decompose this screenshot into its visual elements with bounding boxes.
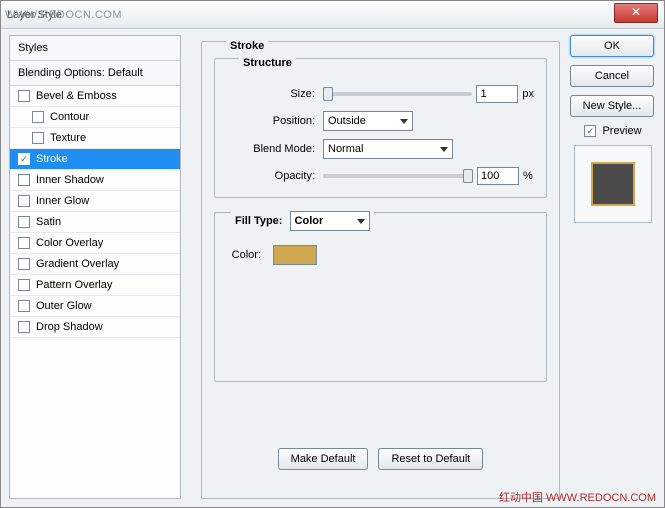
opacity-label: Opacity: (227, 170, 323, 182)
filltype-dropdown[interactable]: Color (290, 211, 370, 231)
style-item-gradient-overlay[interactable]: Gradient Overlay (10, 254, 180, 275)
titlebar: WWW.REDOCN.COM Layer Style ✕ (1, 1, 664, 29)
checkbox[interactable] (18, 195, 30, 207)
checkbox[interactable] (18, 300, 30, 312)
style-item-inner-glow[interactable]: Inner Glow (10, 191, 180, 212)
style-item-color-overlay[interactable]: Color Overlay (10, 233, 180, 254)
blend-mode-label: Blend Mode: (227, 143, 323, 155)
size-unit: px (522, 88, 534, 100)
position-label: Position: (227, 115, 323, 127)
style-item-texture[interactable]: Texture (10, 128, 180, 149)
structure-group: Structure Size: 1 px Position: Outside B… (214, 58, 547, 198)
new-style-button[interactable]: New Style... (570, 95, 654, 117)
opacity-unit: % (523, 170, 533, 182)
style-item-label: Inner Glow (36, 195, 89, 207)
checkbox[interactable] (18, 279, 30, 291)
style-item-stroke[interactable]: ✓ Stroke (10, 149, 180, 170)
stroke-title: Stroke (226, 40, 268, 52)
checkbox[interactable]: ✓ (18, 153, 30, 165)
style-item-label: Gradient Overlay (36, 258, 119, 270)
style-item-drop-shadow[interactable]: Drop Shadow (10, 317, 180, 338)
style-item-label: Stroke (36, 153, 68, 165)
checkbox[interactable] (18, 90, 30, 102)
filltype-label: Fill Type: (235, 215, 282, 227)
style-item-label: Satin (36, 216, 61, 228)
style-item-label: Pattern Overlay (36, 279, 112, 291)
style-item-pattern-overlay[interactable]: Pattern Overlay (10, 275, 180, 296)
structure-title: Structure (239, 57, 296, 69)
ok-button[interactable]: OK (570, 35, 654, 57)
style-item-label: Inner Shadow (36, 174, 104, 186)
preview-checkbox[interactable]: ✓ (584, 125, 596, 137)
checkbox[interactable] (32, 111, 44, 123)
footer-watermark: 红动中国 WWW.REDOCN.COM (499, 489, 656, 505)
close-button[interactable]: ✕ (614, 3, 658, 23)
checkbox[interactable] (18, 321, 30, 333)
color-swatch[interactable] (273, 245, 317, 265)
style-item-label: Color Overlay (36, 237, 103, 249)
cancel-button[interactable]: Cancel (570, 65, 654, 87)
style-item-label: Drop Shadow (36, 321, 103, 333)
checkbox[interactable] (18, 237, 30, 249)
checkbox[interactable] (18, 174, 30, 186)
style-item-contour[interactable]: Contour (10, 107, 180, 128)
watermark-top: WWW.REDOCN.COM (5, 9, 122, 21)
styles-panel: Styles Blending Options: Default Bevel &… (9, 35, 181, 499)
size-input[interactable]: 1 (476, 85, 518, 103)
chevron-down-icon (400, 119, 408, 124)
opacity-input[interactable]: 100 (477, 167, 519, 185)
color-label: Color: (227, 249, 267, 261)
reset-default-button[interactable]: Reset to Default (378, 448, 483, 470)
position-dropdown[interactable]: Outside (323, 111, 413, 131)
style-item-label: Bevel & Emboss (36, 90, 117, 102)
style-item-bevel-emboss[interactable]: Bevel & Emboss (10, 86, 180, 107)
make-default-button[interactable]: Make Default (278, 448, 369, 470)
fill-group: Fill Type: Color Color: (214, 212, 547, 382)
styles-header[interactable]: Styles (10, 36, 180, 61)
checkbox[interactable] (32, 132, 44, 144)
style-item-outer-glow[interactable]: Outer Glow (10, 296, 180, 317)
preview-thumbnail (574, 145, 652, 223)
blending-options-header[interactable]: Blending Options: Default (10, 61, 180, 86)
style-item-label: Texture (50, 132, 86, 144)
size-label: Size: (227, 88, 323, 100)
stroke-group: Stroke Structure Size: 1 px Position: Ou… (201, 41, 560, 499)
opacity-slider[interactable] (323, 174, 473, 178)
chevron-down-icon (357, 219, 365, 224)
preview-label: Preview (602, 125, 641, 137)
blend-mode-dropdown[interactable]: Normal (323, 139, 453, 159)
checkbox[interactable] (18, 216, 30, 228)
style-item-inner-shadow[interactable]: Inner Shadow (10, 170, 180, 191)
style-item-label: Outer Glow (36, 300, 92, 312)
checkbox[interactable] (18, 258, 30, 270)
style-item-label: Contour (50, 111, 89, 123)
chevron-down-icon (440, 147, 448, 152)
style-item-satin[interactable]: Satin (10, 212, 180, 233)
size-slider[interactable] (323, 92, 473, 96)
